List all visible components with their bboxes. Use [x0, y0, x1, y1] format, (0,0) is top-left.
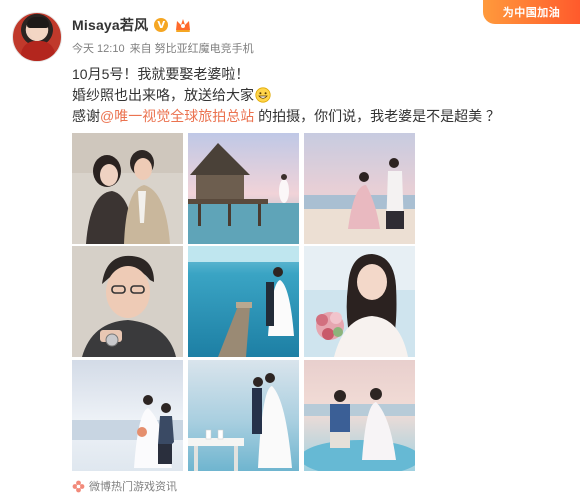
photo-5[interactable]	[188, 246, 299, 357]
verified-badge-icon: V	[154, 18, 169, 32]
photo-8[interactable]	[188, 360, 299, 471]
post-text-line-2-text: 婚纱照也出来咯，放送给大家	[72, 87, 254, 103]
post-meta: 今天 12:10 来自 努比亚红魔电竞手机	[72, 40, 254, 56]
username[interactable]: Misaya若风	[72, 15, 148, 35]
post-text: 10月5号！我就要娶老婆啦！ 婚纱照也出来咯，放送给大家 感谢@唯一视觉全球旅拍…	[72, 64, 562, 127]
post-text-line-3: 感谢@唯一视觉全球旅拍总站 的拍摄，你们说，我老婆是不是超美 ？	[72, 106, 562, 127]
topic-footer-label[interactable]: 微博热门游戏资讯	[89, 478, 177, 494]
promo-banner[interactable]: 为中国加油	[483, 0, 580, 24]
photo-4[interactable]	[72, 246, 183, 357]
smile-emoji-icon	[255, 87, 271, 103]
post-source: 来自 努比亚红魔电竞手机	[129, 43, 254, 55]
weibo-post-card: Misaya若风 V 为中国加油 今天 12:10 来自 努比亚红魔电竞手机 1…	[0, 0, 580, 503]
post-time[interactable]: 今天 12:10	[72, 40, 125, 56]
post-text-line-3-suffix: 的拍摄，你们说，我老婆是不是超美 ？	[254, 108, 500, 124]
member-crown-icon	[174, 17, 192, 33]
photo-grid	[72, 133, 415, 471]
photo-2[interactable]	[188, 133, 299, 244]
post-text-line-2: 婚纱照也出来咯，放送给大家	[72, 85, 562, 106]
photo-3[interactable]	[304, 133, 415, 244]
topic-footer[interactable]: 微博热门游戏资讯	[72, 478, 177, 494]
mention-link[interactable]: @唯一视觉全球旅拍总站	[100, 108, 254, 124]
author-row: Misaya若风 V	[72, 15, 192, 35]
post-text-line-3-prefix: 感谢	[72, 108, 100, 124]
avatar[interactable]	[12, 12, 62, 62]
photo-6[interactable]	[304, 246, 415, 357]
post-text-line-1: 10月5号！我就要娶老婆啦！	[72, 66, 250, 82]
photo-1[interactable]	[72, 133, 183, 244]
photo-7[interactable]	[72, 360, 183, 471]
topic-flower-icon	[72, 480, 85, 492]
photo-9[interactable]	[304, 360, 415, 471]
